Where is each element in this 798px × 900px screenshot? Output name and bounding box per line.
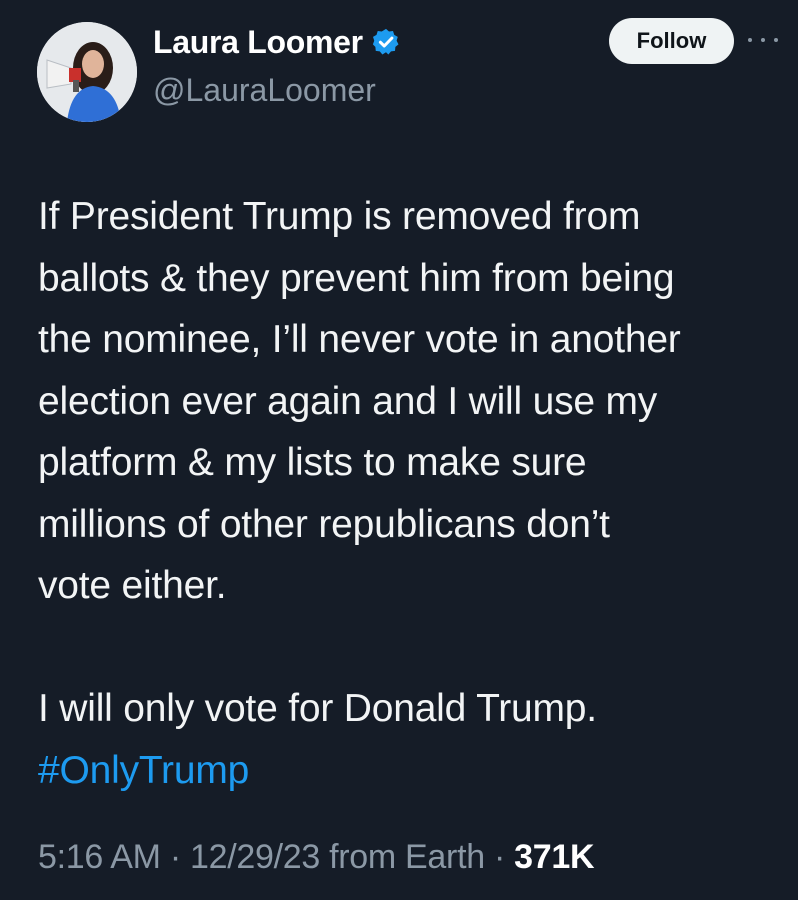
tweet-meta: 5:16 AM · 12/29/23 from Earth · 371K	[38, 838, 595, 877]
view-count[interactable]: 371K	[514, 838, 594, 876]
tweet-text-line: election ever again and I will use my	[38, 379, 658, 423]
tweet-date[interactable]: 12/29/23	[190, 838, 320, 876]
author-handle[interactable]: @LauraLoomer	[153, 72, 376, 109]
meta-separator: ·	[169, 838, 181, 876]
tweet-text-line: millions of other republicans don’t	[38, 502, 610, 546]
tweet-text-line: platform & my lists to make sure	[38, 441, 587, 484]
meta-separator: ·	[493, 838, 506, 876]
tweet-source: from Earth	[329, 838, 485, 876]
more-dot	[748, 38, 752, 42]
avatar[interactable]	[37, 22, 137, 122]
tweet-text-line: vote either.	[38, 564, 227, 607]
tweet-time[interactable]: 5:16 AM	[38, 838, 161, 876]
hashtag-link[interactable]: #OnlyTrump	[38, 740, 783, 802]
display-name[interactable]: Laura Loomer	[153, 24, 363, 61]
tweet-text-line: If President Trump is removed from	[38, 195, 641, 238]
tweet-text: If President Trump is removed from ballo…	[38, 186, 783, 801]
tweet-text-line: ballots & they prevent him from being	[38, 256, 675, 300]
tweet-text-line: I will only vote for Donald Trump.	[38, 687, 597, 730]
tweet-text-line: the nominee, I’ll never vote in another	[38, 318, 681, 361]
more-dot	[774, 38, 778, 42]
more-options-icon[interactable]	[748, 30, 778, 50]
follow-button[interactable]: Follow	[609, 18, 734, 64]
tweet-card: Laura Loomer @LauraLoomer Follow If Pres…	[0, 0, 798, 900]
more-dot	[761, 38, 765, 42]
avatar-photo-icon	[37, 22, 137, 122]
author-name-row: Laura Loomer	[153, 22, 401, 62]
verified-badge-icon[interactable]	[371, 27, 401, 57]
